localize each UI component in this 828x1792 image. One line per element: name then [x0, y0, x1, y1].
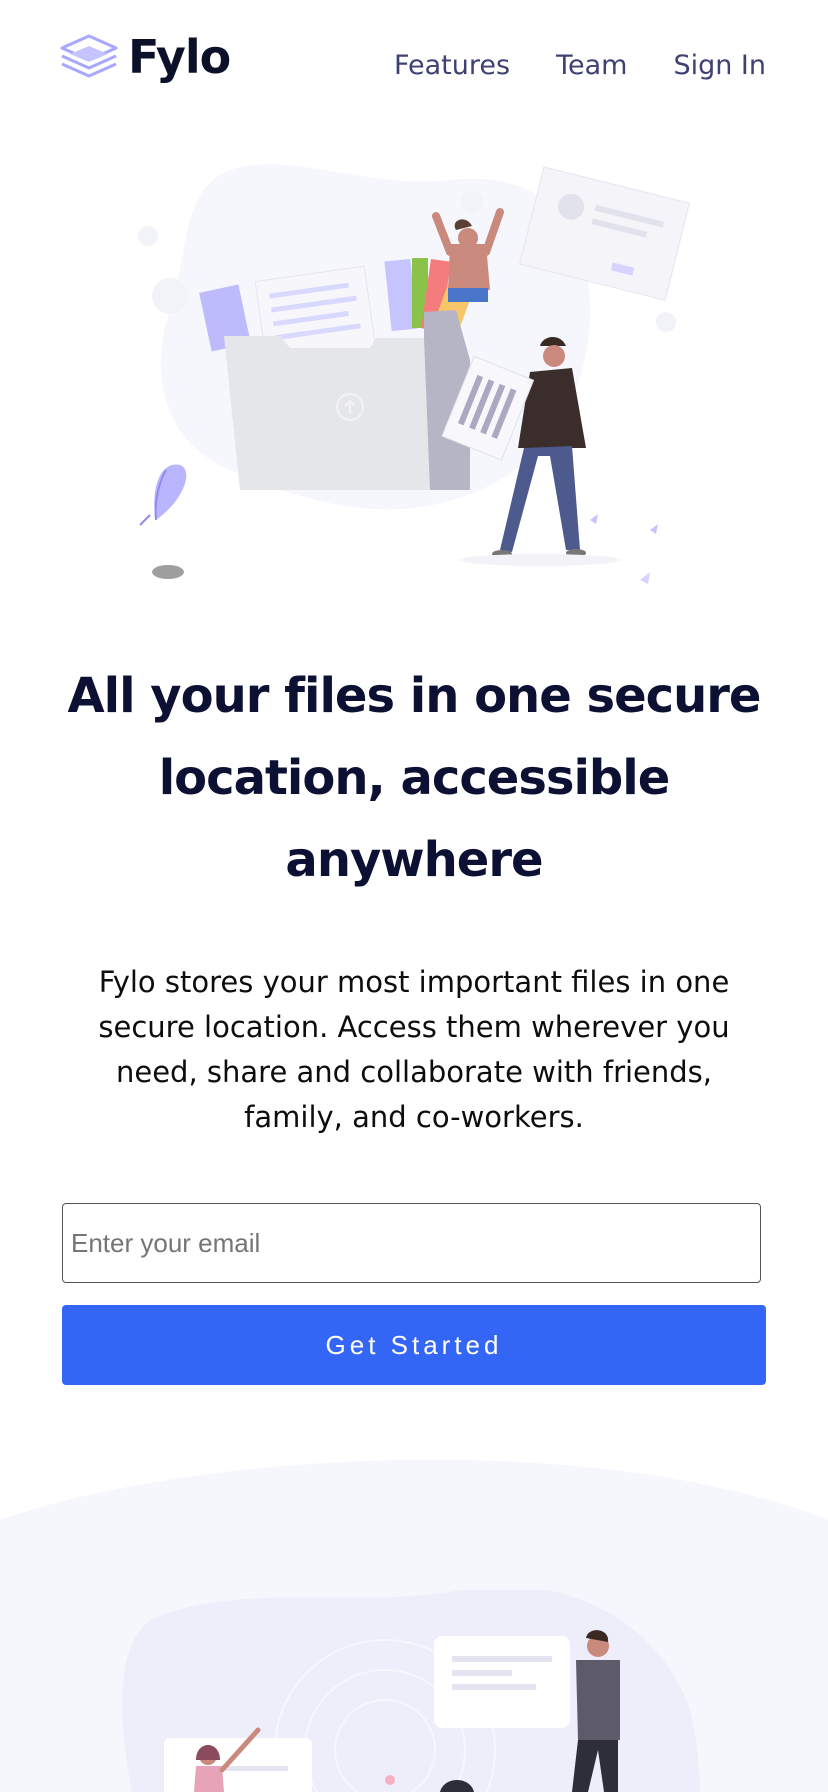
- brand-logo[interactable]: Fylo: [60, 30, 231, 84]
- hero-illustration: [138, 164, 691, 584]
- email-input[interactable]: [62, 1203, 761, 1283]
- stack-icon: [60, 34, 118, 78]
- collaboration-illustration: [122, 1590, 700, 1792]
- hero-description: Fylo stores your most important files in…: [98, 965, 730, 1134]
- headline-line-2: location, accessible: [158, 750, 671, 806]
- site-header: Fylo Features Team Sign In: [0, 0, 828, 130]
- hero-headline: All your files in one secure location, a…: [40, 655, 788, 901]
- nav-link-sign-in[interactable]: Sign In: [673, 46, 766, 86]
- main-nav: Features Team Sign In: [394, 46, 766, 86]
- headline-line-3: anywhere: [285, 832, 543, 888]
- nav-link-team[interactable]: Team: [556, 46, 627, 86]
- headline-line-1: All your files in one secure: [67, 668, 762, 724]
- nav-link-features[interactable]: Features: [394, 46, 510, 86]
- get-started-button[interactable]: Get Started: [62, 1305, 766, 1385]
- brand-name: Fylo: [128, 30, 231, 84]
